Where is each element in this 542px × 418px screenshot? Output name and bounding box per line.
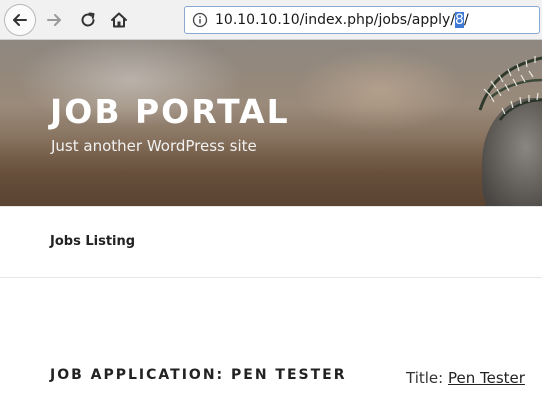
forward-arrow-icon <box>47 14 61 26</box>
page-title: JOB APPLICATION: PEN TESTER <box>50 367 347 383</box>
url-text[interactable]: 10.10.10.10/index.php/jobs/apply/8/ <box>215 12 469 28</box>
url-suffix: / <box>463 12 469 28</box>
site-title[interactable]: JOB PORTAL <box>50 92 290 131</box>
main-navigation: Jobs Listing <box>0 206 542 278</box>
url-selected-text: 8 <box>455 12 464 28</box>
nav-item-jobs-listing[interactable]: Jobs Listing <box>50 234 135 249</box>
plant-leaves-image <box>478 56 542 121</box>
home-button[interactable] <box>103 4 135 36</box>
browser-toolbar: 10.10.10.10/index.php/jobs/apply/8/ <box>0 0 542 40</box>
site-description: Just another WordPress site <box>51 137 257 155</box>
info-icon[interactable] <box>187 12 213 28</box>
back-button[interactable] <box>4 4 36 36</box>
reload-button[interactable] <box>72 4 104 36</box>
job-title-link[interactable]: Pen Tester <box>448 369 525 387</box>
url-prefix: 10.10.10.10/index.php/jobs/apply/ <box>215 12 456 28</box>
home-icon <box>111 12 127 28</box>
job-title-field: Title: Pen Tester <box>406 369 525 387</box>
url-bar[interactable]: 10.10.10.10/index.php/jobs/apply/8/ <box>184 6 540 34</box>
job-title-label: Title: <box>406 369 444 387</box>
back-arrow-icon <box>13 14 27 26</box>
forward-button[interactable] <box>38 4 70 36</box>
site-header-image: JOB PORTAL Just another WordPress site <box>0 40 542 206</box>
reload-icon <box>81 12 95 27</box>
